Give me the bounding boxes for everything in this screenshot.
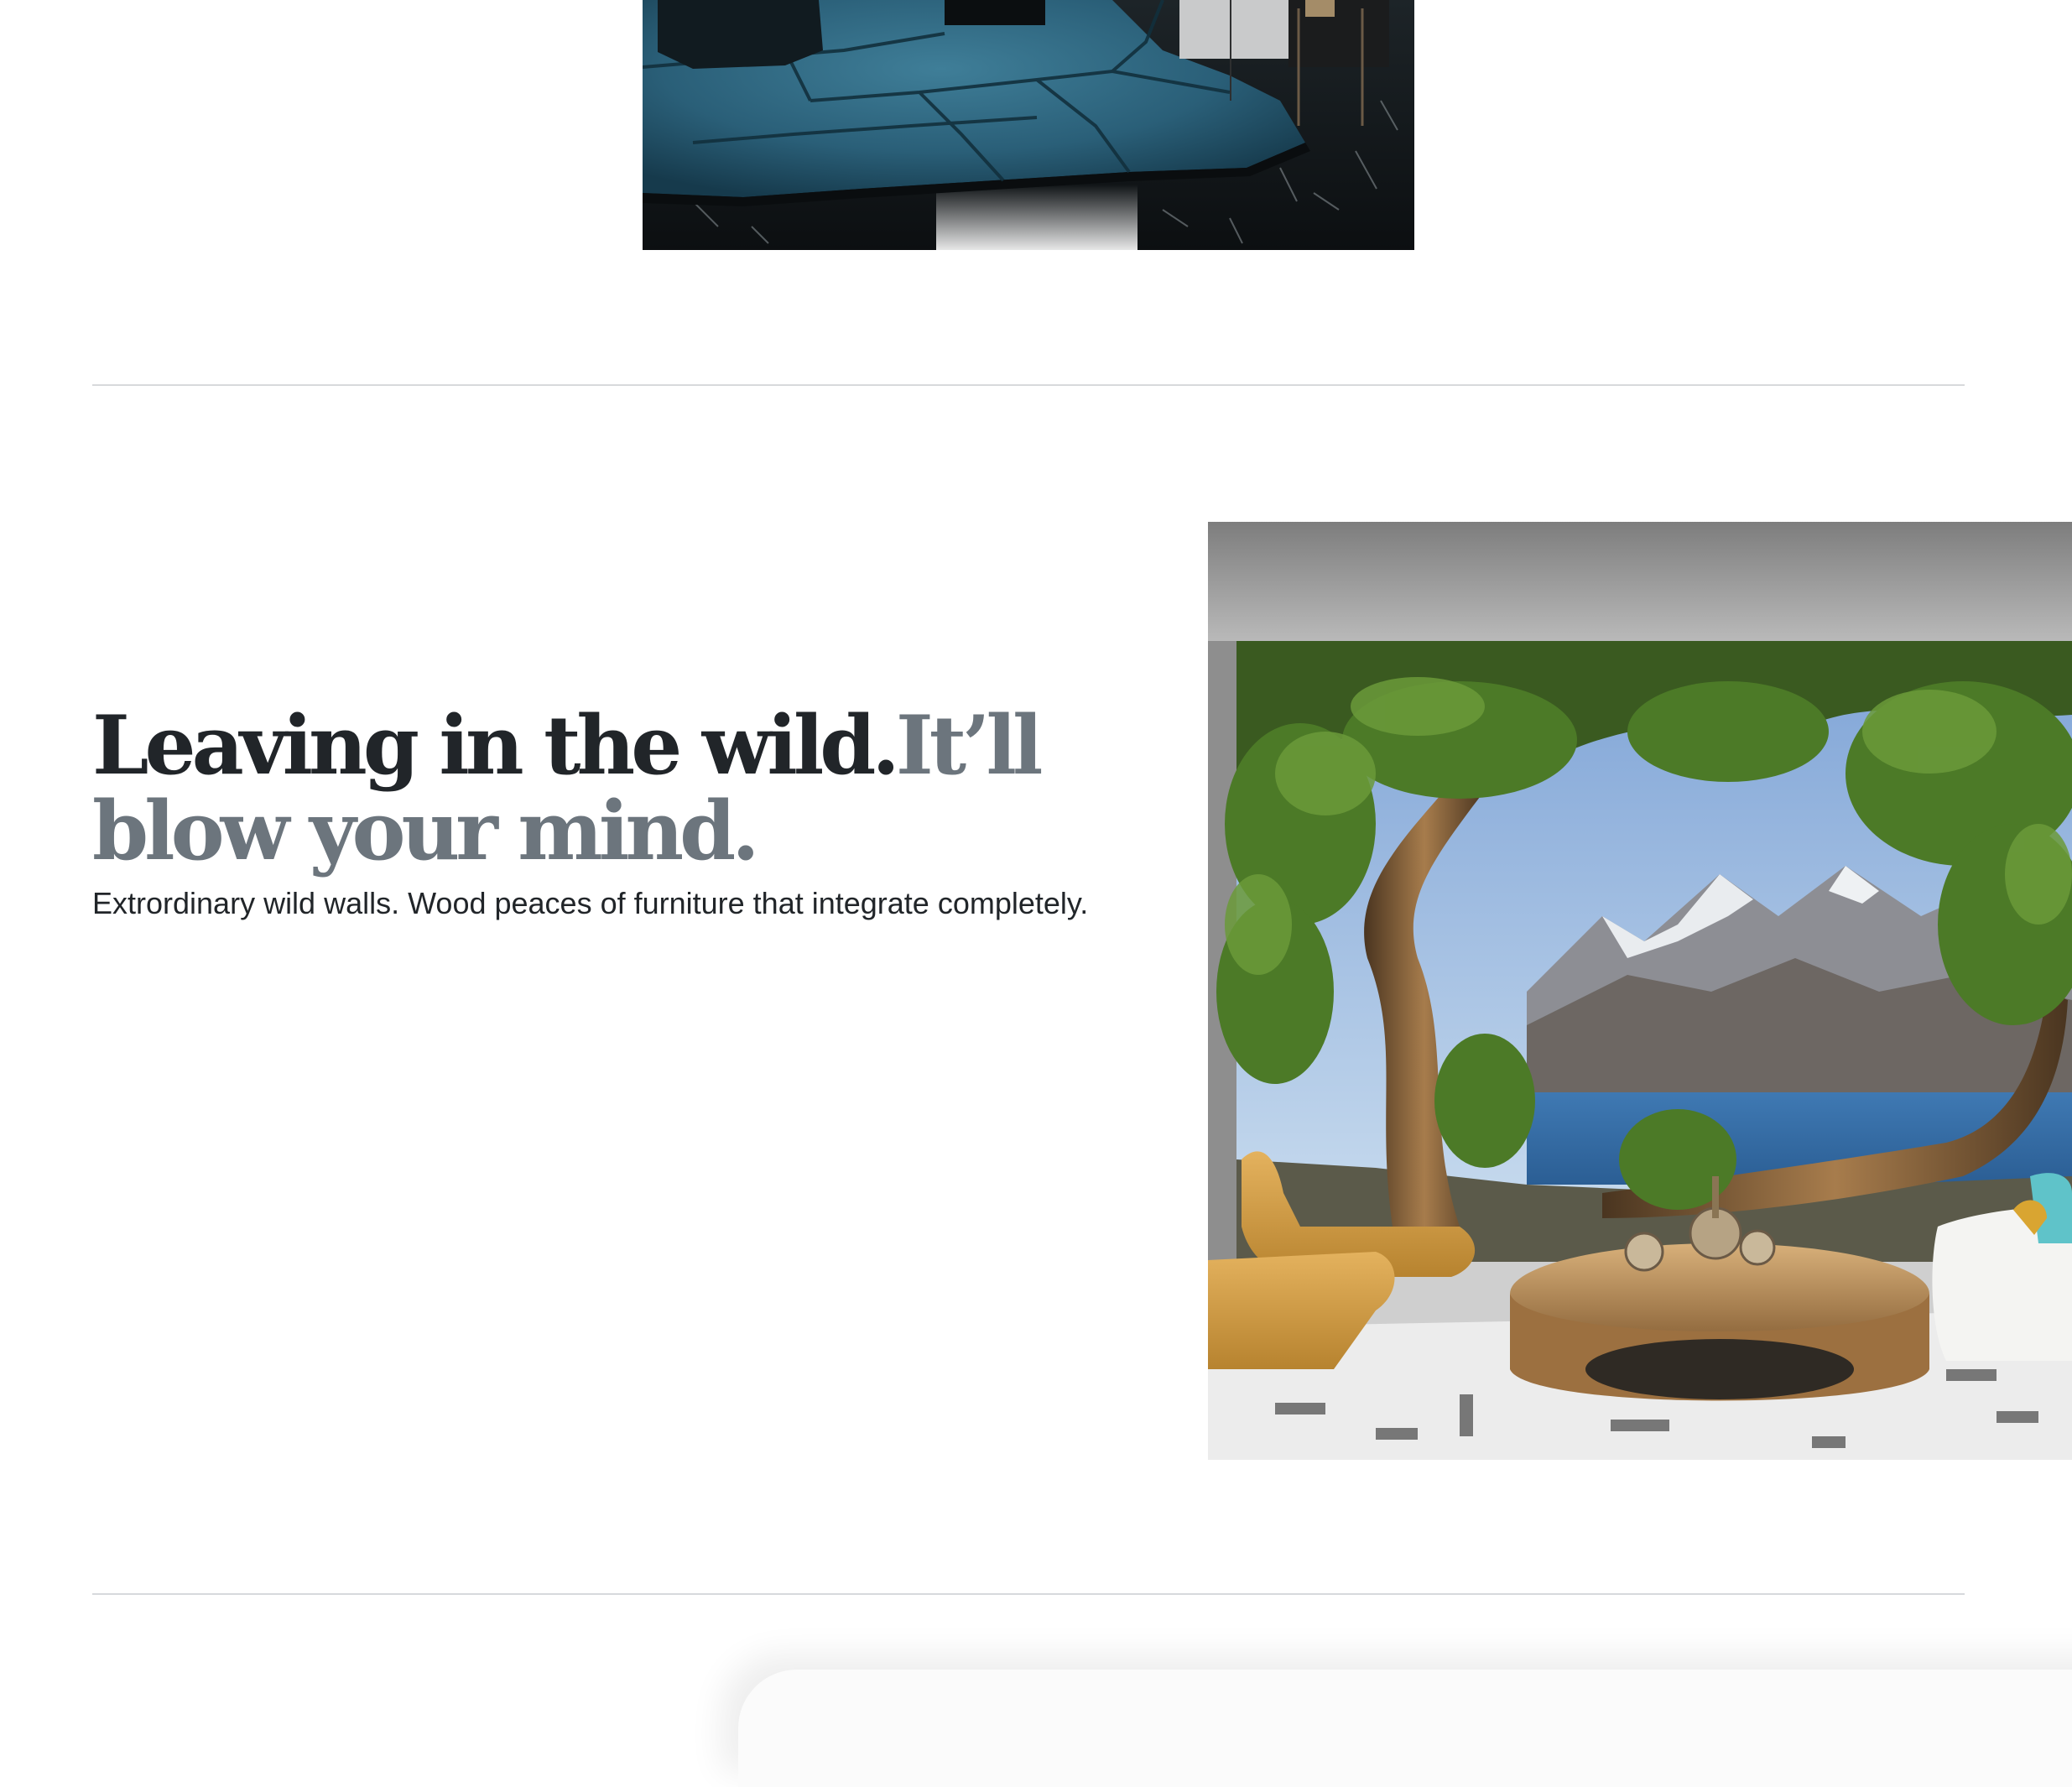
featurette-heading: Leaving in the wild.It’ll blow your mind…: [92, 703, 1183, 874]
featurette-lead: Extrordinary wild walls. Wood peaces of …: [92, 886, 1089, 920]
featurette-divider: [92, 1593, 1965, 1595]
featurette-text: Leaving in the wild.It’ll blow your mind…: [92, 703, 1183, 923]
next-section-image-edge: [738, 1670, 2072, 1787]
featurette-image-rug: [643, 0, 1414, 250]
featurette-image-wild: [1208, 522, 2072, 1460]
rug-room-photo: [643, 0, 1414, 250]
featurette-divider: [92, 384, 1965, 386]
wild-wall-living-room-photo: [1208, 522, 2072, 1460]
featurette-heading-primary: Leaving in the wild.: [92, 698, 900, 793]
